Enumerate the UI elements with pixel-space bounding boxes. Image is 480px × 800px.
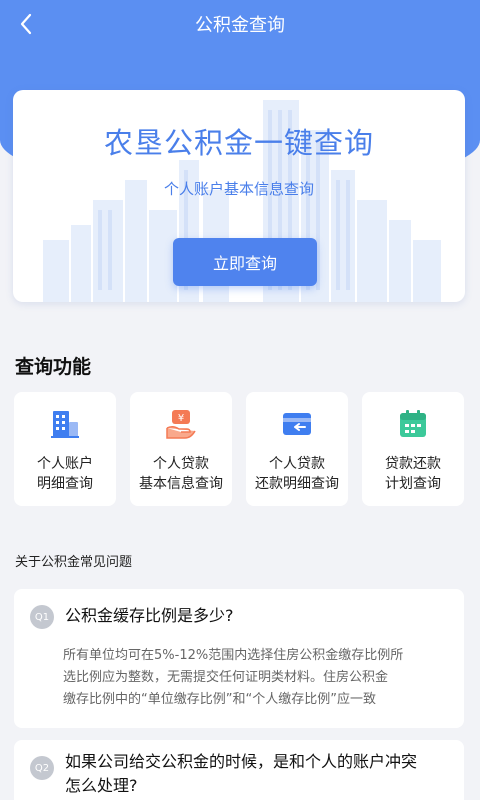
question-badge: Q1 <box>30 605 54 629</box>
faq-answer-line: 缴存比例中的“单位缴存比例”和“个人缴存比例”应一致 <box>63 692 376 707</box>
faq-question: 如果公司给交公积金的时候，是和个人的账户冲突 怎么处理? <box>65 750 445 798</box>
faq-item-q1[interactable]: Q1 公积金缓存比例是多少? 所有单位均可在5%-12%范围内选择住房公积金缴存… <box>14 589 464 728</box>
hero-card: 农垦公积金一键查询 个人账户基本信息查询 立即查询 <box>13 90 465 302</box>
func-repayment-plan[interactable]: 贷款还款 计划查询 <box>362 392 464 506</box>
faq-question: 公积金缓存比例是多少? <box>65 606 234 625</box>
card-return-icon <box>283 413 311 435</box>
faq-question-line: 如果公司给交公积金的时候，是和个人的账户冲突 <box>65 752 418 771</box>
func-label-line2: 基本信息查询 <box>139 476 223 492</box>
func-label-line1: 贷款还款 <box>385 456 441 472</box>
hero-title: 农垦公积金一键查询 <box>103 126 374 160</box>
func-label-line2: 计划查询 <box>385 476 441 492</box>
functions-grid: 个人账户 明细查询 ¥ 个人贷款 基本信息查询 个人贷款 还款明细查询 贷款还款 <box>14 392 466 506</box>
question-badge: Q2 <box>30 756 54 780</box>
func-repayment-detail[interactable]: 个人贷款 还款明细查询 <box>246 392 348 506</box>
loan-hand-icon: ¥ <box>166 410 196 439</box>
faq-answer: 所有单位均可在5%-12%范围内选择住房公积金缴存比例所 选比例应为整数，无需提… <box>63 645 451 711</box>
nav-bar: 公积金查询 <box>0 0 480 48</box>
page-title: 公积金查询 <box>195 15 285 36</box>
func-label-line2: 还款明细查询 <box>255 476 339 492</box>
faq-answer-line: 选比例应为整数，无需提交任何证明类材料。住房公积金 <box>63 670 389 685</box>
query-now-button[interactable]: 立即查询 <box>173 238 317 286</box>
calendar-icon <box>400 410 426 437</box>
chevron-left-icon <box>20 13 32 35</box>
faq-answer-line: 所有单位均可在5%-12%范围内选择住房公积金缴存比例所 <box>63 648 404 663</box>
back-button[interactable] <box>12 10 40 38</box>
faq-item-q2[interactable]: Q2 如果公司给交公积金的时候，是和个人的账户冲突 怎么处理? <box>14 740 464 800</box>
func-label-line2: 明细查询 <box>37 476 93 492</box>
hero-subtitle: 个人账户基本信息查询 <box>163 180 314 198</box>
svg-text:¥: ¥ <box>178 413 184 424</box>
building-icon <box>51 411 79 438</box>
func-label-line1: 个人贷款 <box>153 456 209 472</box>
func-loan-info[interactable]: ¥ 个人贷款 基本信息查询 <box>130 392 232 506</box>
functions-section-title: 查询功能 <box>15 356 92 378</box>
func-account-detail[interactable]: 个人账户 明细查询 <box>14 392 116 506</box>
faq-question-line: 怎么处理? <box>65 776 138 795</box>
func-label-line1: 个人账户 <box>37 456 93 472</box>
func-label-line1: 个人贷款 <box>269 456 325 472</box>
faq-section-title: 关于公积金常见问题 <box>15 555 133 570</box>
